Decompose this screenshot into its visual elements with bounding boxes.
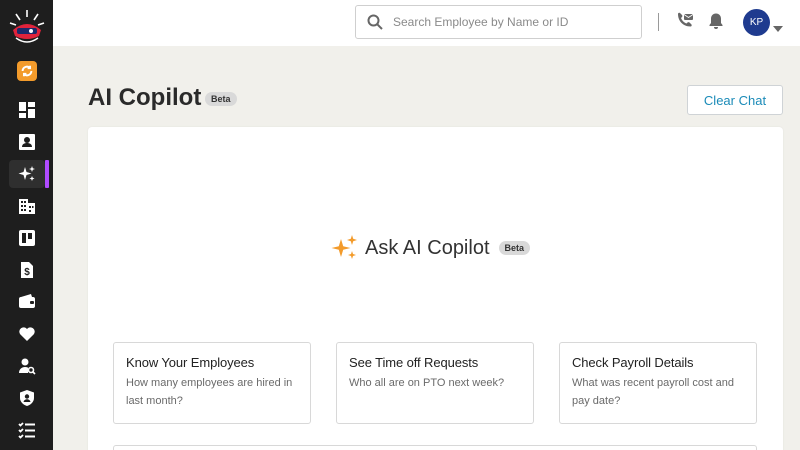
suggestion-card[interactable]: See Time off Requests Who all are on PTO… <box>336 342 534 424</box>
page-title: AI Copilot <box>88 84 202 111</box>
beta-badge: Beta <box>205 92 237 106</box>
sidebar-item-payroll[interactable]: $ <box>9 256 45 284</box>
suggestion-title: See Time off Requests <box>349 355 479 370</box>
ask-copilot-title: Ask AI Copilot <box>365 236 490 259</box>
account-menu-toggle[interactable] <box>773 19 783 32</box>
search-icon <box>367 14 383 30</box>
suggestion-question: What was recent payroll cost and pay dat… <box>572 377 735 407</box>
checklist-icon <box>18 422 35 439</box>
svg-text:$: $ <box>24 267 30 278</box>
employee-search[interactable] <box>355 5 642 39</box>
header-divider <box>658 13 659 31</box>
sidebar-item-wallet[interactable] <box>9 288 45 316</box>
sidebar-item-ai-copilot[interactable] <box>9 160 49 188</box>
sidebar-item-compliance[interactable] <box>9 384 45 412</box>
sidebar-item-tasks[interactable] <box>9 416 45 444</box>
sync-icon <box>17 61 37 81</box>
suggestion-title: Know Your Employees <box>126 355 255 370</box>
suggestion-title: Check Payroll Details <box>572 355 694 370</box>
beta-badge: Beta <box>498 241 531 255</box>
building-icon <box>19 199 35 214</box>
active-indicator <box>45 160 49 188</box>
mail-phone-icon <box>678 12 694 27</box>
sidebar-item-recruiting[interactable] <box>9 352 45 380</box>
clear-chat-button[interactable]: Clear Chat <box>687 85 783 115</box>
sidebar: $ <box>0 0 53 450</box>
sidebar-item-organization[interactable] <box>9 192 45 220</box>
suggestion-question: How many employees are hired in last mon… <box>126 377 293 407</box>
search-input[interactable] <box>393 15 633 29</box>
ai-sparkle-icon <box>18 166 35 181</box>
suggestion-card[interactable]: Check Payroll Details What was recent pa… <box>559 342 757 424</box>
user-avatar[interactable]: KP <box>743 9 770 36</box>
chat-input-box[interactable] <box>113 445 757 450</box>
board-icon <box>19 230 35 246</box>
shield-user-icon <box>20 390 34 406</box>
employee-card-icon <box>19 134 35 150</box>
suggestion-question: Who all are on PTO next week? <box>349 377 505 389</box>
dashboard-icon <box>19 102 35 118</box>
chevron-down-icon <box>773 26 783 32</box>
bell-icon <box>709 13 723 29</box>
ask-copilot-heading: Ask AI Copilot Beta <box>331 234 531 262</box>
user-search-icon <box>19 358 36 375</box>
messages-button[interactable] <box>674 10 696 32</box>
wallet-icon <box>19 294 35 308</box>
heart-icon <box>19 327 35 341</box>
sidebar-item-board[interactable] <box>9 224 45 252</box>
sidebar-item-sync[interactable] <box>9 57 45 85</box>
top-header: KP <box>53 0 800 46</box>
sparkle-icon <box>331 235 357 259</box>
copilot-chat-panel: Ask AI Copilot Beta Know Your Employees … <box>88 127 783 450</box>
sidebar-item-employees[interactable] <box>9 128 45 156</box>
notifications-button[interactable] <box>705 10 727 32</box>
sidebar-item-dashboard[interactable] <box>9 96 45 124</box>
sidebar-item-benefits[interactable] <box>9 320 45 348</box>
payroll-document-icon: $ <box>21 262 33 278</box>
suggestion-card[interactable]: Know Your Employees How many employees a… <box>113 342 311 424</box>
app-logo[interactable] <box>8 8 46 48</box>
